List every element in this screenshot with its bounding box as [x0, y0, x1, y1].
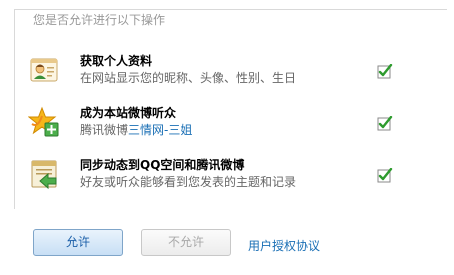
description-prefix: 腾讯微博 — [80, 123, 129, 137]
permission-row-profile: 获取个人资料 在网站显示您的昵称、头像、性别、生日 — [0, 54, 454, 94]
permission-row-sync: 同步动态到QQ空间和腾讯微博 好友或听众能够看到您发表的主题和记录 — [0, 158, 454, 198]
permission-group-legend: 您是否允许进行以下操作 — [31, 13, 168, 27]
weibo-account-link[interactable]: 三情网-三姐 — [128, 123, 192, 137]
permission-title: 获取个人资料 — [80, 54, 153, 68]
permission-row-follow: 成为本站微博听众 腾讯微博三情网-三姐 — [0, 106, 454, 146]
share-arrow-icon — [28, 158, 60, 190]
user-agreement-link[interactable]: 用户授权协议 — [248, 239, 320, 253]
permission-title: 成为本站微博听众 — [80, 106, 177, 120]
permission-checkbox-sync[interactable] — [377, 167, 393, 184]
allow-button[interactable]: 允许 — [33, 229, 123, 256]
checkmark-icon — [377, 167, 393, 183]
star-plus-icon — [27, 106, 60, 138]
permission-checkbox-follow[interactable] — [377, 115, 393, 132]
permission-description: 腾讯微博三情网-三姐 — [80, 123, 192, 137]
profile-card-icon — [28, 54, 60, 86]
checkmark-icon — [377, 63, 393, 79]
permission-title: 同步动态到QQ空间和腾讯微博 — [80, 158, 245, 172]
permission-description: 好友或听众能够看到您发表的主题和记录 — [80, 175, 297, 189]
checkmark-icon — [377, 115, 393, 131]
permission-checkbox-profile[interactable] — [377, 63, 393, 80]
permission-description: 在网站显示您的昵称、头像、性别、生日 — [80, 71, 297, 85]
deny-button[interactable]: 不允许 — [141, 229, 231, 256]
